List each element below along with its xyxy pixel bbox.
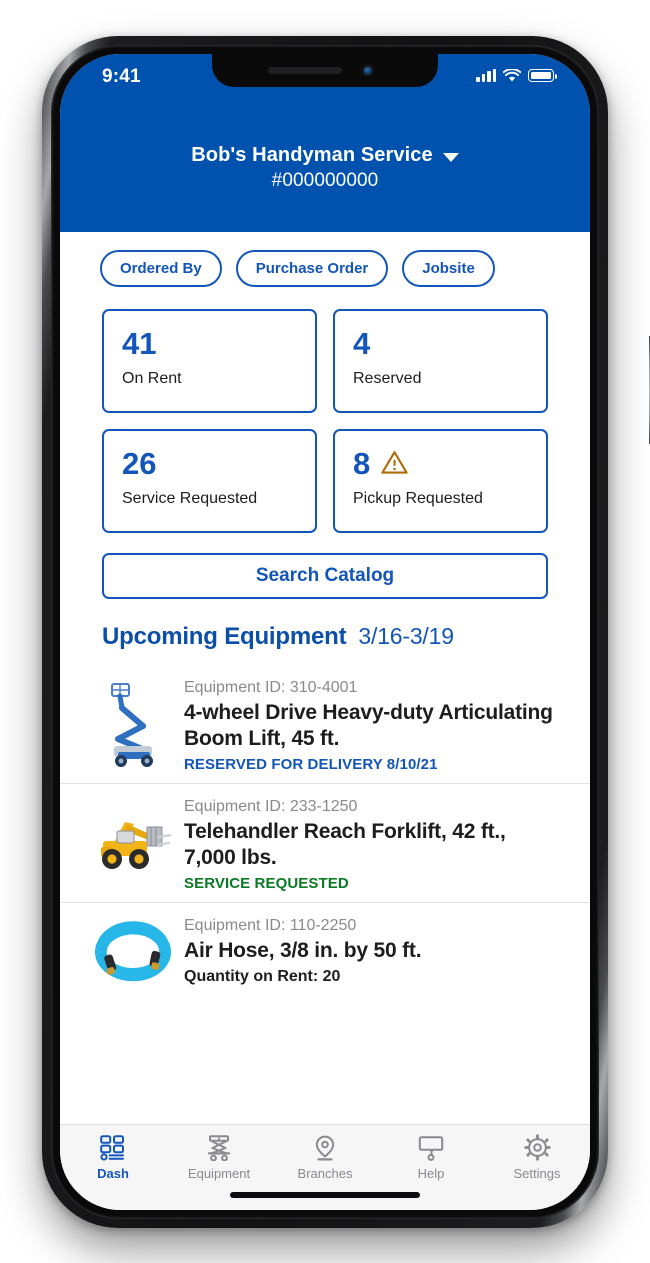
home-indicator[interactable]: [230, 1192, 420, 1198]
articulating-boom-lift-image: [111, 683, 153, 768]
stat-value: 8: [353, 445, 371, 481]
equipment-name: 4-wheel Drive Heavy-duty Articulating Bo…: [184, 701, 553, 750]
equipment-quantity: Quantity on Rent: 20: [184, 968, 341, 986]
upcoming-equipment-header: Upcoming Equipment 3/16-3/19: [60, 599, 590, 651]
telehandler-forklift-image: [101, 822, 171, 870]
account-number: #000000000: [271, 170, 379, 191]
equipment-info: Equipment ID: 233-1250 Telehandler Reach…: [184, 796, 560, 892]
dashboard-content: Ordered By Purchase Order Jobsite 41 On …: [60, 232, 590, 1124]
phone-screen: 9:41 Bob's Handyman Service #000000000 O…: [60, 54, 590, 1210]
stat-top: 41: [122, 325, 315, 361]
equipment-name: Air Hose, 3/8 in. by 50 ft.: [184, 939, 422, 963]
list-item[interactable]: Equipment ID: 233-1250 Telehandler Reach…: [60, 783, 590, 902]
stat-card-service-requested[interactable]: 26 Service Requested: [102, 429, 317, 533]
upcoming-date-range: 3/16-3/19: [358, 623, 454, 649]
equipment-status: SERVICE REQUESTED: [184, 875, 349, 893]
question-bubble-icon: [418, 1134, 444, 1161]
stat-card-pickup-requested[interactable]: 8 Pickup Requested: [333, 429, 548, 533]
stat-value: 4: [353, 325, 371, 361]
equipment-thumbnail: [94, 677, 172, 773]
tab-label: Help: [417, 1166, 445, 1181]
stat-top: 26: [122, 445, 315, 481]
equipment-status: RESERVED FOR DELIVERY 8/10/21: [184, 756, 438, 774]
filter-chip-row: Ordered By Purchase Order Jobsite: [60, 232, 590, 287]
front-camera: [360, 63, 375, 78]
list-item[interactable]: Equipment ID: 310-4001 4-wheel Drive Hea…: [60, 665, 590, 783]
warning-triangle-icon: [381, 450, 408, 474]
tab-label: Equipment: [187, 1166, 251, 1181]
equipment-list: Equipment ID: 310-4001 4-wheel Drive Hea…: [60, 665, 590, 996]
stat-label: Pickup Requested: [353, 490, 483, 507]
equipment-thumbnail: [94, 796, 172, 892]
search-catalog-button[interactable]: Search Catalog: [102, 553, 548, 599]
status-time: 9:41: [102, 66, 141, 87]
map-pin-icon: [313, 1134, 337, 1161]
cellular-signal-icon: [476, 69, 496, 82]
equipment-info: Equipment ID: 310-4001 4-wheel Drive Hea…: [184, 677, 560, 773]
account-selector[interactable]: Bob's Handyman Service: [191, 144, 459, 167]
tab-dash[interactable]: Dash: [60, 1125, 166, 1210]
status-icons: [476, 69, 557, 82]
stat-top: 8: [353, 445, 546, 481]
equipment-name: Telehandler Reach Forklift, 42 ft., 7,00…: [184, 820, 506, 869]
earpiece-speaker: [268, 67, 342, 74]
stat-label: Reserved: [353, 370, 422, 387]
stat-value: 26: [122, 445, 157, 481]
equipment-thumbnail: [94, 915, 172, 986]
equipment-id: Equipment ID: 233-1250: [184, 798, 358, 816]
account-name: Bob's Handyman Service: [191, 144, 433, 166]
phone-frame: 9:41 Bob's Handyman Service #000000000 O…: [42, 36, 650, 1228]
stat-label: Service Requested: [122, 490, 258, 507]
stat-label: On Rent: [122, 370, 182, 387]
chevron-down-icon: [442, 152, 459, 162]
air-hose-image: [94, 920, 172, 981]
gear-icon: [523, 1134, 551, 1161]
stat-top: 4: [353, 325, 546, 361]
filter-chip-jobsite[interactable]: Jobsite: [402, 250, 495, 287]
stat-card-reserved[interactable]: 4 Reserved: [333, 309, 548, 413]
filter-chip-purchase-order[interactable]: Purchase Order: [235, 250, 389, 287]
filter-chip-ordered-by[interactable]: Ordered By: [100, 250, 222, 287]
stats-grid: 41 On Rent 4 Reserved 26 Service Request…: [60, 287, 590, 533]
app-header: Bob's Handyman Service #000000000: [60, 106, 590, 232]
scissor-lift-icon: [205, 1134, 233, 1161]
tab-settings[interactable]: Settings: [484, 1125, 590, 1210]
equipment-id: Equipment ID: 110-2250: [184, 917, 357, 935]
equipment-id: Equipment ID: 310-4001: [184, 679, 358, 696]
list-item[interactable]: Equipment ID: 110-2250 Air Hose, 3/8 in.…: [60, 902, 590, 996]
wifi-icon: [503, 69, 521, 82]
battery-full-icon: [528, 69, 557, 82]
tab-label: Settings: [513, 1166, 561, 1181]
device-notch: [212, 54, 438, 87]
stat-value: 41: [122, 325, 157, 361]
tab-label: Dash: [97, 1166, 129, 1181]
upcoming-equipment-title: Upcoming Equipment: [102, 623, 347, 650]
dashboard-grid-icon: [100, 1134, 126, 1161]
equipment-info: Equipment ID: 110-2250 Air Hose, 3/8 in.…: [184, 915, 560, 986]
tab-label: Branches: [297, 1166, 353, 1181]
stat-card-on-rent[interactable]: 41 On Rent: [102, 309, 317, 413]
